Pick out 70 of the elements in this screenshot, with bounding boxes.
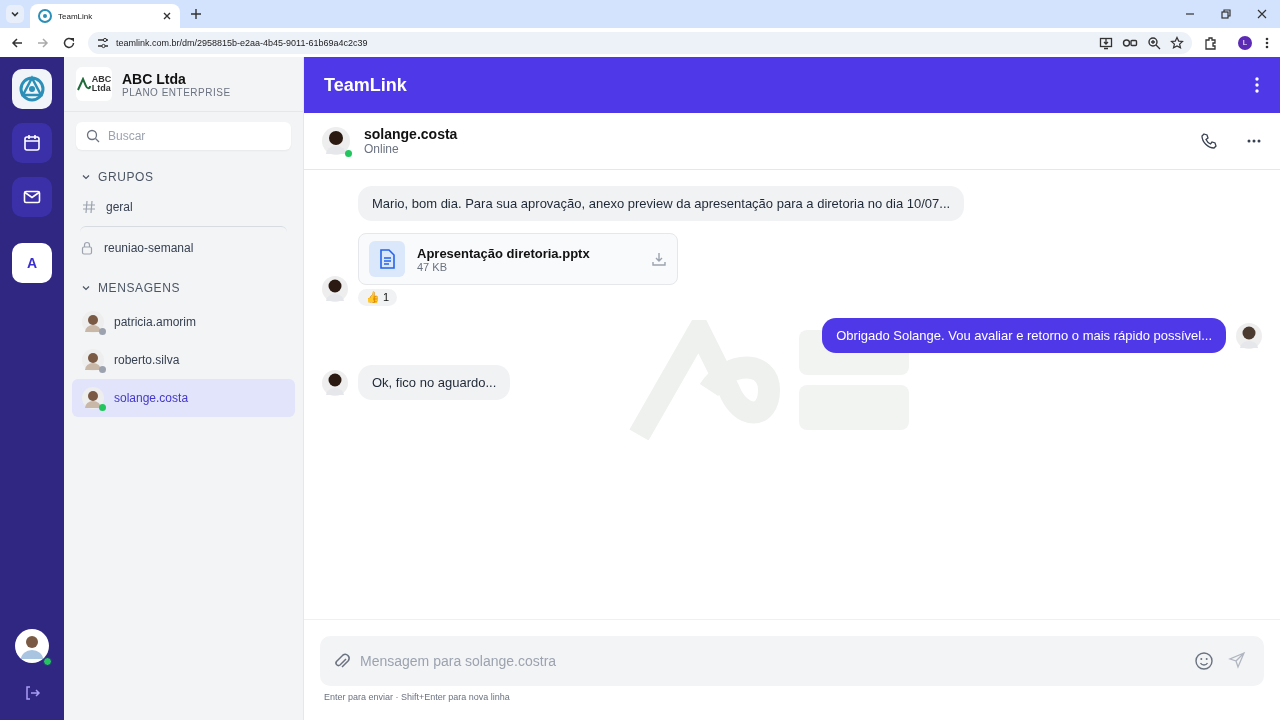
contact-name: roberto.silva (114, 353, 180, 367)
avatar (82, 387, 104, 409)
hash-icon (82, 200, 96, 214)
chevron-down-icon (10, 9, 20, 19)
app-title: TeamLink (324, 74, 407, 96)
message-bubble: Obrigado Solange. Vou avaliar e retorno o mais rápido possível... (822, 318, 1226, 353)
channel-name: geral (106, 200, 133, 214)
file-name: Apresentação diretoria.pptx (417, 245, 591, 261)
zoom-icon[interactable] (1147, 35, 1161, 50)
search-icon (86, 129, 100, 143)
section-header[interactable]: GRUPOS (64, 158, 303, 192)
extensions-icon[interactable] (1204, 35, 1218, 50)
section-header[interactable]: MENSAGENS (64, 269, 303, 303)
workspace-plan: PLANO ENTERPRISE (122, 86, 231, 98)
chevron-icon (82, 284, 90, 292)
calendar-icon (22, 133, 42, 153)
contact-name: solange.costa (114, 391, 189, 405)
logout-icon[interactable] (23, 684, 41, 702)
reload-icon[interactable] (62, 35, 76, 50)
new-tab-icon[interactable] (190, 8, 202, 20)
contact-status: Online (364, 142, 400, 156)
bookmark-star-icon[interactable] (1170, 35, 1184, 50)
message-bubble: Ok, fico no aguardo... (358, 365, 511, 400)
contact-item[interactable]: roberto.silva (72, 341, 295, 379)
contact-name: solange.costa (364, 126, 458, 142)
search-field[interactable]: Buscar (76, 122, 291, 150)
lock-icon (80, 241, 94, 255)
profile-avatar[interactable]: L (1238, 35, 1252, 50)
channel-name: reuniao-semanal (104, 241, 194, 255)
channel-item[interactable]: reuniao-semanal (80, 226, 287, 269)
browser-tab[interactable]: TeamLink (30, 4, 180, 28)
file-attachment[interactable]: Apresentação diretoria.pptx 47 KB (358, 233, 678, 285)
message-bubble: Mario, bom dia. Para sua aprovação, anexo preview da apresentação para a diretoria no dia 10/07... (358, 186, 965, 221)
composer-hint: Enter para enviar · Shift+Enter para nova linha (323, 692, 511, 702)
menu-icon[interactable] (1264, 35, 1270, 50)
workspace-name: ABC Ltda (122, 70, 187, 87)
tab-title: TeamLink (58, 11, 94, 21)
swirl-icon (76, 77, 91, 91)
user-avatar[interactable] (14, 628, 50, 664)
back-icon[interactable] (10, 35, 24, 50)
mail-button[interactable] (12, 177, 52, 217)
calendar-button[interactable] (12, 123, 52, 163)
message-field[interactable]: Mensagem para solange.costra (320, 636, 1264, 686)
install-icon[interactable] (1099, 35, 1113, 50)
avatar (322, 127, 350, 155)
reaction-chip[interactable]: 👍 1 (358, 289, 398, 306)
company-logo: ABC Ltda (76, 67, 112, 101)
app-logo-icon (17, 74, 47, 104)
tab-list-button[interactable] (6, 5, 24, 23)
app-logo-button[interactable] (12, 69, 52, 109)
close-icon[interactable] (162, 11, 172, 21)
avatar (82, 349, 104, 371)
avatar (82, 311, 104, 333)
document-icon (378, 249, 396, 269)
phone-icon[interactable] (1200, 132, 1218, 150)
more-icon[interactable] (1254, 76, 1260, 94)
contact-name: patricia.amorim (114, 315, 197, 329)
channel-item[interactable]: geral (72, 192, 295, 222)
address-field[interactable]: teamlink.com.br/dm/2958815b-e2aa-4b45-9011-61b69a4c2c39 (88, 31, 1192, 54)
file-size: 47 KB (417, 260, 447, 273)
contact-item[interactable]: solange.costa (72, 379, 295, 417)
site-settings-icon[interactable] (96, 35, 110, 50)
close-icon[interactable] (1256, 8, 1268, 20)
emoji-icon[interactable] (1194, 651, 1214, 671)
more-icon[interactable] (1246, 138, 1262, 144)
restore-icon[interactable] (1220, 8, 1232, 20)
app-logo-icon (38, 9, 52, 23)
workspace-button[interactable]: A (12, 243, 52, 283)
contact-item[interactable]: patricia.amorim (72, 303, 295, 341)
chevron-icon (82, 173, 90, 181)
